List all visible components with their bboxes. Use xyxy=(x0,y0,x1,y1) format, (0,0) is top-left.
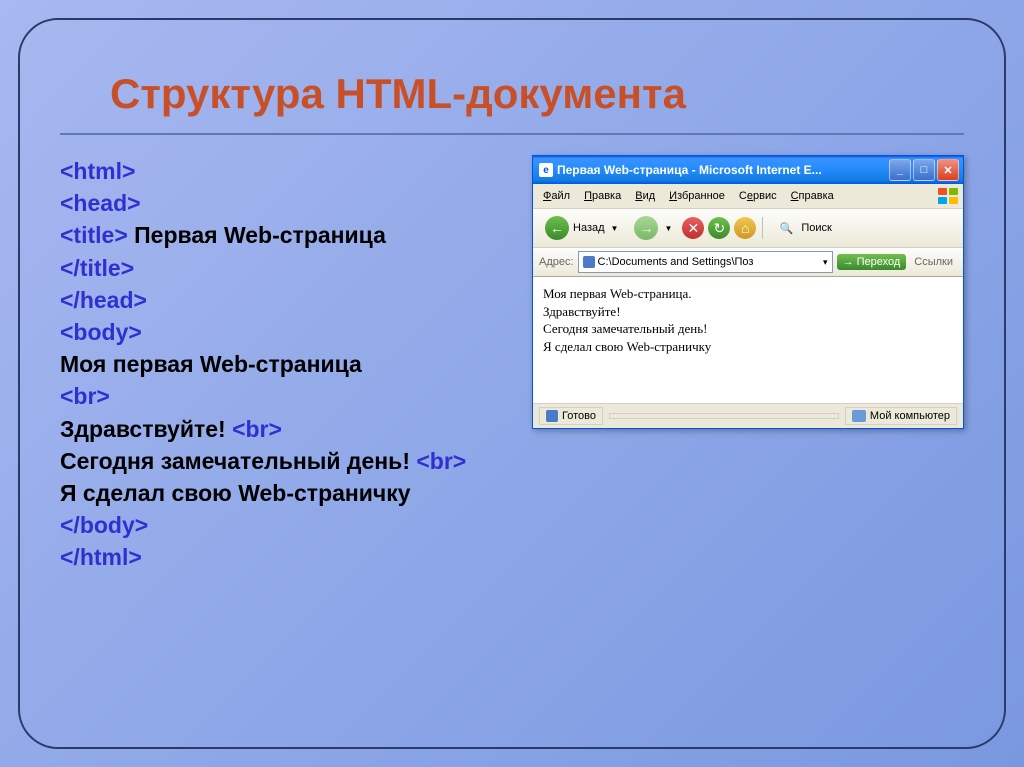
back-button[interactable]: ← Назад ▼ xyxy=(539,213,624,243)
forward-dropdown-icon: ▼ xyxy=(664,224,672,233)
menu-view[interactable]: Вид xyxy=(629,188,661,204)
tag-head-close: </head> xyxy=(60,287,147,313)
forward-arrow-icon: → xyxy=(634,216,658,240)
maximize-button[interactable]: □ xyxy=(913,159,935,181)
code-line-3: Сегодня замечательный день! xyxy=(60,448,416,474)
titlebar[interactable]: e Первая Web-страница - Microsoft Intern… xyxy=(533,156,963,184)
tag-body-open: <body> xyxy=(60,319,142,345)
tag-html-close: </html> xyxy=(60,544,142,570)
code-block: <html> <head> <title> Первая Web-страниц… xyxy=(60,155,512,573)
go-label: Переход xyxy=(857,256,901,268)
content-area: <html> <head> <title> Первая Web-страниц… xyxy=(60,155,964,573)
address-dropdown-icon[interactable]: ▾ xyxy=(823,257,828,268)
mycomputer-icon xyxy=(852,410,866,422)
close-button[interactable]: ✕ xyxy=(937,159,959,181)
menu-file[interactable]: Файл xyxy=(537,188,576,204)
browser-window: e Первая Web-страница - Microsoft Intern… xyxy=(532,155,964,429)
browser-content: Моя первая Web-страница. Здравствуйте! С… xyxy=(533,277,963,403)
back-label: Назад xyxy=(573,222,605,234)
tag-title-open: <title> xyxy=(60,222,128,248)
stop-button[interactable]: ✕ xyxy=(682,217,704,239)
window-buttons: _ □ ✕ xyxy=(889,159,959,181)
go-button[interactable]: → Переход xyxy=(837,254,907,270)
toolbar: ← Назад ▼ → ▼ ✕ ↻ ⌂ 🔍 Поиск xyxy=(533,209,963,248)
ie-doc-icon xyxy=(583,256,595,268)
menu-help[interactable]: Справка xyxy=(785,188,840,204)
status-mid xyxy=(609,413,839,419)
status-ready-label: Готово xyxy=(562,410,596,422)
status-zone-label: Мой компьютер xyxy=(870,410,950,422)
tag-br-2: <br> xyxy=(232,416,282,442)
content-line-2: Здравствуйте! xyxy=(543,303,953,321)
content-line-1: Моя первая Web-страница. xyxy=(543,285,953,303)
content-line-3: Сегодня замечательный день! xyxy=(543,320,953,338)
slide-frame: Структура HTML-документа <html> <head> <… xyxy=(18,18,1006,749)
minimize-button[interactable]: _ xyxy=(889,159,911,181)
tag-body-close: </body> xyxy=(60,512,148,538)
back-arrow-icon: ← xyxy=(545,216,569,240)
back-dropdown-icon: ▼ xyxy=(611,224,619,233)
refresh-button[interactable]: ↻ xyxy=(708,217,730,239)
tag-head-open: <head> xyxy=(60,190,141,216)
page-title: Структура HTML-документа xyxy=(110,70,964,118)
title-text: Первая Web-страница xyxy=(128,222,386,248)
code-line-1: Моя первая Web-страница xyxy=(60,351,362,377)
code-line-2: Здравствуйте! xyxy=(60,416,232,442)
content-line-4: Я сделал свою Web-страничку xyxy=(543,338,953,356)
statusbar: Готово Мой компьютер xyxy=(533,403,963,428)
menu-favorites[interactable]: Избранное xyxy=(663,188,731,204)
menu-edit[interactable]: Правка xyxy=(578,188,627,204)
addressbar: Адрес: C:\Documents and Settings\Поз ▾ →… xyxy=(533,248,963,277)
tag-br-3: <br> xyxy=(416,448,466,474)
search-button[interactable]: 🔍 Поиск xyxy=(769,214,837,242)
address-value: C:\Documents and Settings\Поз xyxy=(598,256,754,268)
address-label: Адрес: xyxy=(539,256,574,268)
status-ie-icon xyxy=(546,410,558,422)
address-input[interactable]: C:\Documents and Settings\Поз ▾ xyxy=(578,251,833,273)
status-zone: Мой компьютер xyxy=(845,407,957,425)
ie-page-icon: e xyxy=(539,163,553,177)
toolbar-separator xyxy=(762,217,763,239)
search-label: Поиск xyxy=(801,222,831,234)
search-icon: 🔍 xyxy=(775,217,797,239)
window-title: Первая Web-страница - Microsoft Internet… xyxy=(557,163,889,177)
menubar: Файл Правка Вид Избранное Сервис Справка xyxy=(533,184,963,209)
links-label[interactable]: Ссылки xyxy=(910,256,957,268)
home-button[interactable]: ⌂ xyxy=(734,217,756,239)
windows-logo-icon xyxy=(937,187,959,205)
tag-html-open: <html> xyxy=(60,158,135,184)
menu-tools[interactable]: Сервис xyxy=(733,188,783,204)
code-line-4: Я сделал свою Web-страничку xyxy=(60,480,411,506)
tag-title-close: </title> xyxy=(60,255,134,281)
forward-button[interactable]: → ▼ xyxy=(628,213,678,243)
divider xyxy=(60,133,964,135)
status-ready: Готово xyxy=(539,407,603,425)
tag-br-1: <br> xyxy=(60,383,110,409)
go-arrow-icon: → xyxy=(843,256,854,268)
